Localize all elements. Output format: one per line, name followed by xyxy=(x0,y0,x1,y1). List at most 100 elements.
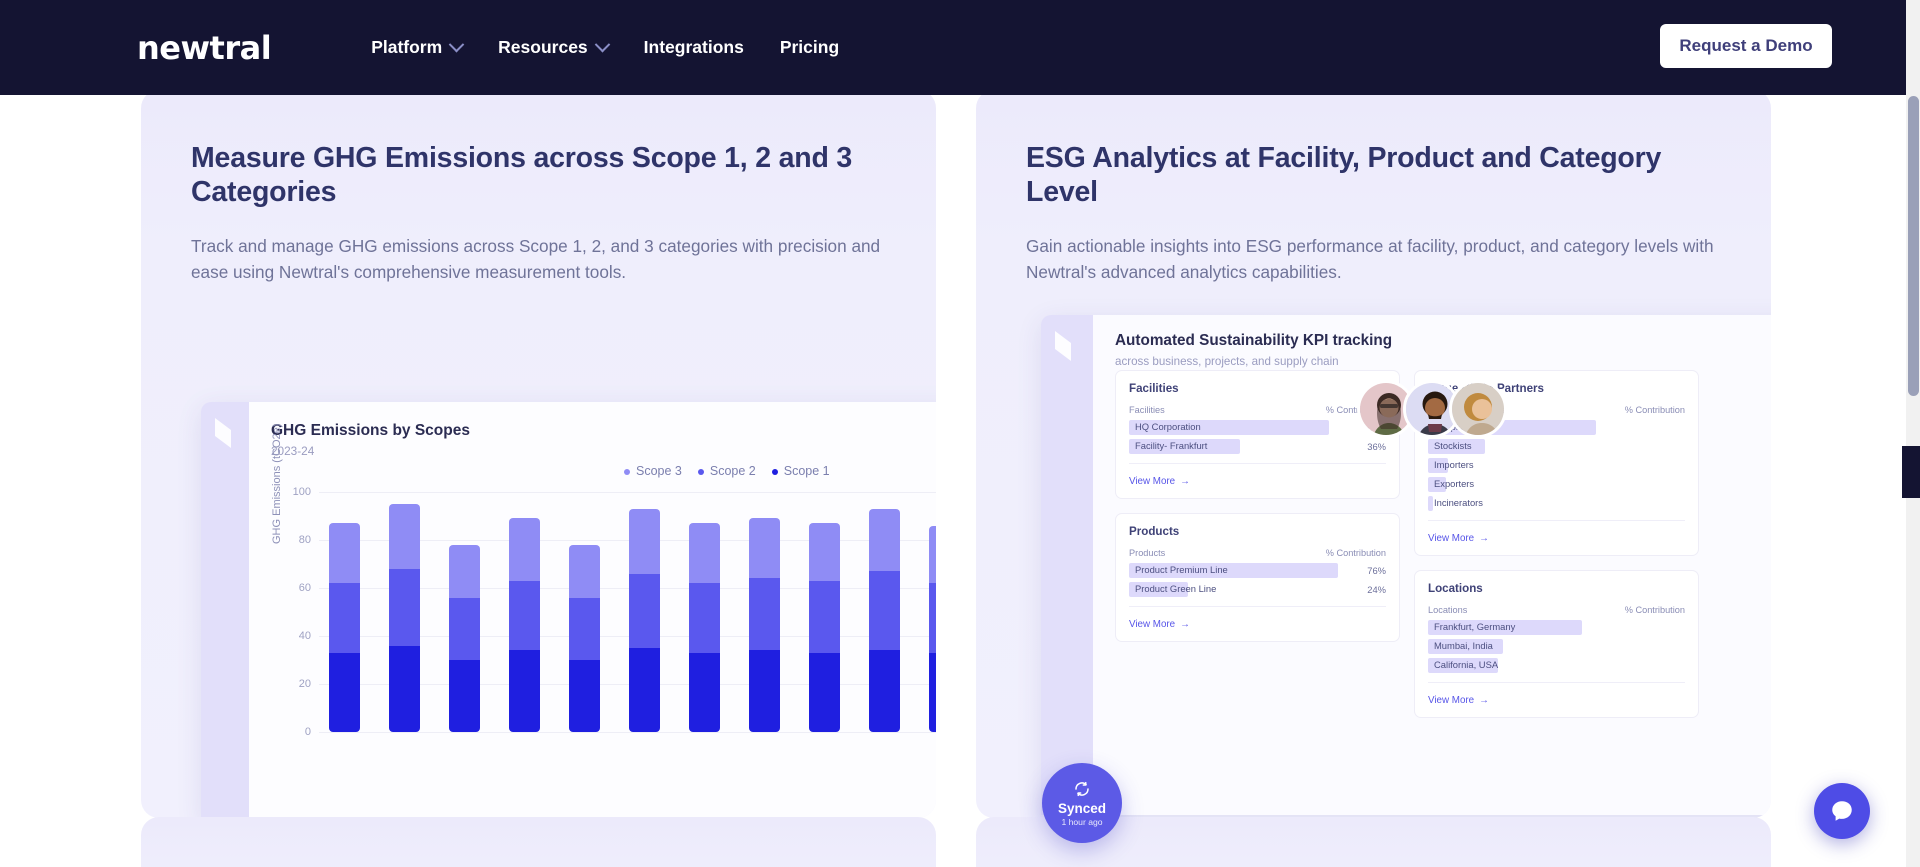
feature-cards-row: Measure GHG Emissions across Scope 1, 2 … xyxy=(141,95,1771,818)
row-label: California, USA xyxy=(1434,659,1499,670)
bar-segment-scope-3 xyxy=(509,518,540,581)
row-bar-wrap: Stockists xyxy=(1428,439,1655,454)
row-bar-wrap: Product Green Line xyxy=(1129,582,1356,597)
column-header-name: Products xyxy=(1129,548,1166,558)
bar-segment-scope-3 xyxy=(329,523,360,584)
panel-title: Locations xyxy=(1428,582,1483,595)
bar-segment-scope-1 xyxy=(689,652,720,732)
panel-column-headers: Facilities% Contribution xyxy=(1129,405,1386,420)
newtral-mark-icon xyxy=(215,418,231,448)
nav-links: Platform Resources Integrations Pricing xyxy=(371,36,839,58)
chart-title: GHG Emissions by Scopes xyxy=(271,422,470,439)
bar-segment-scope-2 xyxy=(449,597,480,660)
column-header-name: Facilities xyxy=(1129,405,1165,415)
bar-segment-scope-1 xyxy=(749,650,780,732)
chart-plot-area: GHG Emissions (tCO2e) 0 20 40 60 80 100 xyxy=(271,424,936,738)
table-row[interactable]: Product Premium Line 76% xyxy=(1129,563,1386,578)
bar-segment-scope-3 xyxy=(929,525,936,584)
legend-item-scope-3[interactable]: Scope 3 xyxy=(624,464,682,478)
row-bar-wrap: California, USA xyxy=(1428,658,1655,673)
table-row[interactable]: Product Green Line 24% xyxy=(1129,582,1386,597)
bar-stack[interactable] xyxy=(329,523,360,732)
arrow-right-icon: → xyxy=(1479,695,1489,706)
chat-launcher-button[interactable] xyxy=(1814,783,1870,839)
bar-stack[interactable] xyxy=(869,508,900,732)
bar-segment-scope-3 xyxy=(809,523,840,581)
row-label: Product Green Line xyxy=(1135,583,1217,594)
bar-segment-scope-3 xyxy=(449,544,480,598)
top-navigation-bar: newtral Platform Resources Integrations … xyxy=(0,0,1920,95)
column-header-contribution: % Contribution xyxy=(1624,605,1685,615)
page-scrollbar-thumb[interactable] xyxy=(1908,96,1919,396)
view-more-label: View More xyxy=(1129,476,1176,487)
y-axis-tick: 20 xyxy=(298,678,311,690)
widget-side-rail xyxy=(1041,315,1093,815)
view-more-link[interactable]: View More → xyxy=(1428,695,1489,706)
next-cards-peek xyxy=(141,817,1771,867)
bar-stack[interactable] xyxy=(689,523,720,732)
synced-status-badge[interactable]: Synced 1 hour ago xyxy=(1042,763,1122,843)
column-header-contribution: % Contribution xyxy=(1624,405,1685,415)
nav-item-pricing[interactable]: Pricing xyxy=(780,37,839,58)
bar-segment-scope-2 xyxy=(869,571,900,651)
legend-item-scope-2[interactable]: Scope 2 xyxy=(697,464,756,478)
table-row[interactable]: HQ Corporation64% xyxy=(1129,420,1386,435)
bar-segment-scope-3 xyxy=(569,544,600,598)
sync-icon xyxy=(1075,781,1089,796)
arrow-right-icon: → xyxy=(1180,476,1190,487)
row-contribution-value: 76% xyxy=(1367,565,1386,576)
bar-segment-scope-1 xyxy=(329,652,360,732)
newtral-logo[interactable]: newtral xyxy=(137,32,272,64)
table-row[interactable]: Incinerators xyxy=(1428,496,1685,511)
table-row[interactable]: Facility- Frankfurt 36% xyxy=(1129,439,1386,454)
bar-stack[interactable] xyxy=(569,544,600,732)
row-label: HQ Corporation xyxy=(1135,421,1201,432)
feature-card-esg-analytics: ESG Analytics at Facility, Product and C… xyxy=(976,95,1771,818)
table-row[interactable]: Importers xyxy=(1428,458,1685,473)
y-axis-tick: 40 xyxy=(298,630,311,642)
divider xyxy=(1428,682,1685,683)
bar-stack[interactable] xyxy=(389,504,420,732)
page-content: Measure GHG Emissions across Scope 1, 2 … xyxy=(0,95,1920,867)
table-row[interactable]: Mumbai, India xyxy=(1428,639,1685,654)
nav-item-resources[interactable]: Resources xyxy=(498,36,610,58)
bar-segment-scope-2 xyxy=(629,573,660,648)
page-title: ESG Analytics at Facility, Product and C… xyxy=(1026,142,1662,208)
chevron-down-icon xyxy=(594,36,610,53)
newtral-mark-icon xyxy=(1055,331,1071,361)
card-description: Gain actionable insights into ESG perfor… xyxy=(1026,236,1714,283)
table-row[interactable]: Stockists xyxy=(1428,439,1685,454)
y-axis-tick: 100 xyxy=(292,486,311,498)
row-label: Stockists xyxy=(1434,440,1472,451)
bar-stack[interactable] xyxy=(749,518,780,732)
y-axis-tick: 0 xyxy=(304,726,311,738)
bar-segment-scope-1 xyxy=(809,652,840,732)
bar-stack[interactable] xyxy=(629,508,660,732)
panel-column-headers: Locations % Contribution xyxy=(1428,605,1685,620)
bar-stack[interactable] xyxy=(449,544,480,732)
bar-segment-scope-3 xyxy=(629,508,660,574)
nav-item-integrations[interactable]: Integrations xyxy=(644,37,744,58)
bar-segment-scope-1 xyxy=(569,660,600,732)
bar-segment-scope-1 xyxy=(869,650,900,732)
view-more-link[interactable]: View More → xyxy=(1428,533,1489,544)
bar-stack[interactable] xyxy=(809,523,840,732)
nav-item-platform[interactable]: Platform xyxy=(371,36,465,58)
legend-item-scope-1[interactable]: Scope 1 xyxy=(771,464,830,478)
kpi-title: Automated Sustainability KPI tracking xyxy=(1115,332,1393,349)
bar-segment-scope-2 xyxy=(569,597,600,660)
table-row[interactable]: Frankfurt, Germany xyxy=(1428,620,1685,635)
bar-segment-scope-3 xyxy=(749,518,780,579)
view-more-link[interactable]: View More → xyxy=(1129,476,1190,487)
bar-stack[interactable] xyxy=(509,518,540,732)
table-row[interactable]: Exporters xyxy=(1428,477,1685,492)
row-label: Frankfurt, Germany xyxy=(1434,621,1516,632)
avatar-group xyxy=(1357,380,1507,438)
legend-label: Scope 2 xyxy=(709,464,756,478)
table-row[interactable]: California, USA xyxy=(1428,658,1685,673)
bar-stack[interactable] xyxy=(929,525,936,732)
bar-segment-scope-2 xyxy=(809,580,840,653)
row-label: Incinerators xyxy=(1434,497,1483,508)
request-demo-button[interactable]: Request a Demo xyxy=(1660,24,1832,68)
view-more-link[interactable]: View More → xyxy=(1129,619,1190,630)
